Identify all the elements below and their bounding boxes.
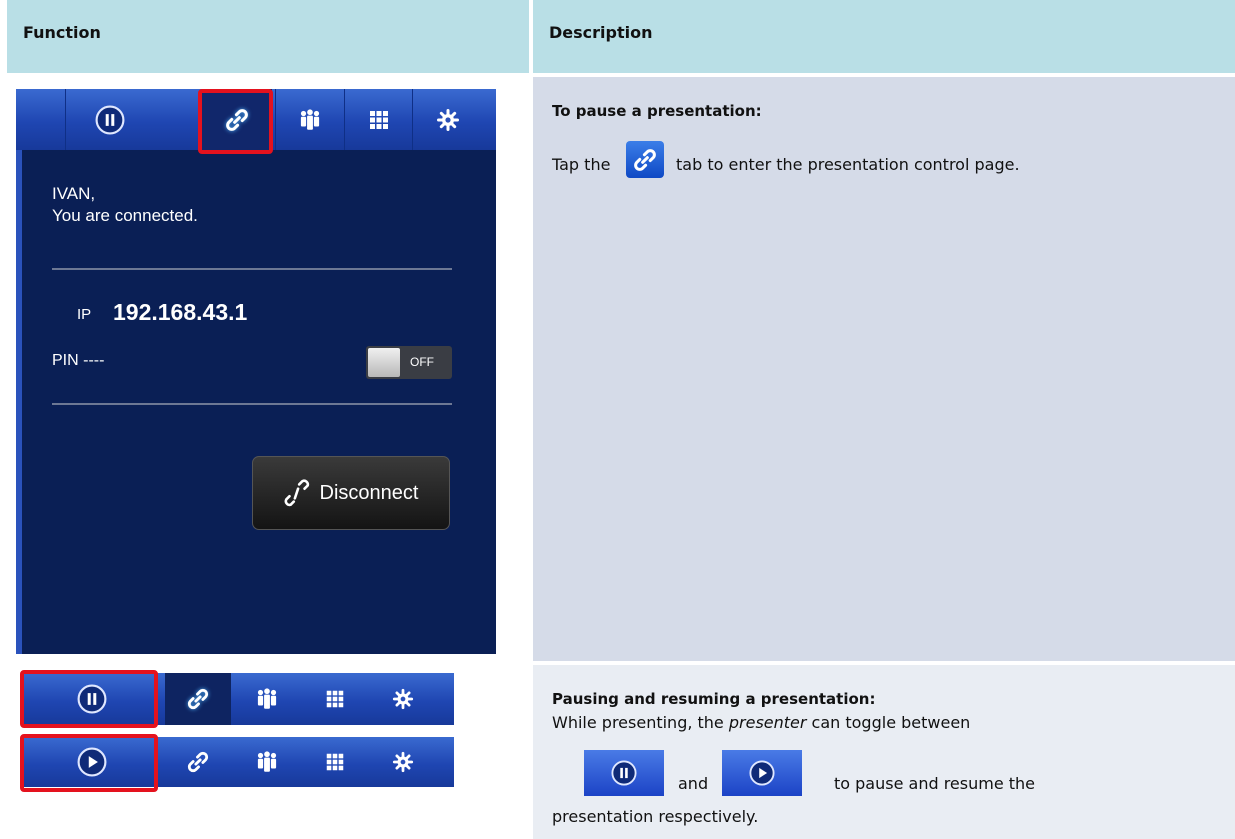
inline-pause-button-image (584, 750, 664, 796)
grid-icon (367, 108, 391, 132)
row2-line3: presentation respectively. (552, 807, 759, 826)
greeting: IVAN, You are connected. (52, 183, 198, 227)
ip-label: IP (77, 306, 92, 323)
header-function: Function (7, 0, 529, 73)
ip-value: 192.168.43.1 (113, 299, 248, 325)
link-icon (185, 686, 211, 712)
tab-link[interactable] (165, 673, 231, 725)
tab-grid[interactable] (302, 673, 368, 725)
greeting-status: You are connected. (52, 206, 198, 225)
divider (52, 403, 452, 405)
link-icon (185, 749, 211, 775)
tab-participants[interactable] (276, 89, 344, 150)
row2-line2-after: to pause and resume the (834, 774, 1036, 793)
gear-icon (392, 688, 414, 710)
row1-title: To pause a presentation: (552, 102, 762, 120)
pause-icon (95, 105, 125, 135)
row1-text-before: Tap the (552, 155, 611, 174)
pin-label: PIN ---- (52, 352, 105, 369)
play-button-highlight (20, 734, 158, 792)
tab-participants[interactable] (234, 673, 300, 725)
grid-icon (324, 688, 346, 710)
toggle-knob (368, 348, 400, 377)
tab-grid[interactable] (302, 737, 368, 787)
gear-icon (392, 751, 414, 773)
people-icon (297, 107, 323, 133)
toggle-label: OFF (410, 355, 434, 369)
inline-link-tab-image (626, 141, 664, 178)
tab-link[interactable] (165, 737, 231, 787)
row2-title: Pausing and resuming a presentation: (552, 690, 876, 708)
disconnect-label: Disconnect (319, 481, 419, 504)
tab-participants[interactable] (234, 737, 300, 787)
tab-settings[interactable] (413, 89, 483, 150)
gear-icon (436, 108, 460, 132)
row1-text-after: tab to enter the presentation control pa… (676, 155, 1020, 174)
tab-grid[interactable] (345, 89, 412, 150)
row2-and: and (678, 774, 709, 793)
pause-button-highlight (20, 670, 158, 728)
link-tab-highlight (198, 89, 273, 154)
divider (52, 268, 452, 270)
inline-play-button-image (722, 750, 802, 796)
pause-icon (611, 760, 637, 786)
tab-pause[interactable] (65, 89, 155, 150)
grid-icon (324, 751, 346, 773)
disconnect-button[interactable]: Disconnect (252, 456, 450, 530)
row2-line1-before: While presenting, the (552, 713, 729, 732)
row2-line1: While presenting, the presenter can togg… (552, 713, 970, 732)
pin-toggle[interactable]: OFF (366, 346, 452, 379)
tab-settings[interactable] (370, 673, 436, 725)
row2-line1-after: can toggle between (806, 713, 971, 732)
row2-line1-em: presenter (728, 713, 807, 732)
greeting-name: IVAN, (52, 184, 96, 203)
header-description: Description (533, 0, 1235, 73)
broken-link-icon (284, 479, 309, 507)
people-icon (254, 686, 280, 712)
link-icon (631, 146, 659, 174)
play-icon (749, 760, 775, 786)
people-icon (254, 749, 280, 775)
tab-settings[interactable] (370, 737, 436, 787)
